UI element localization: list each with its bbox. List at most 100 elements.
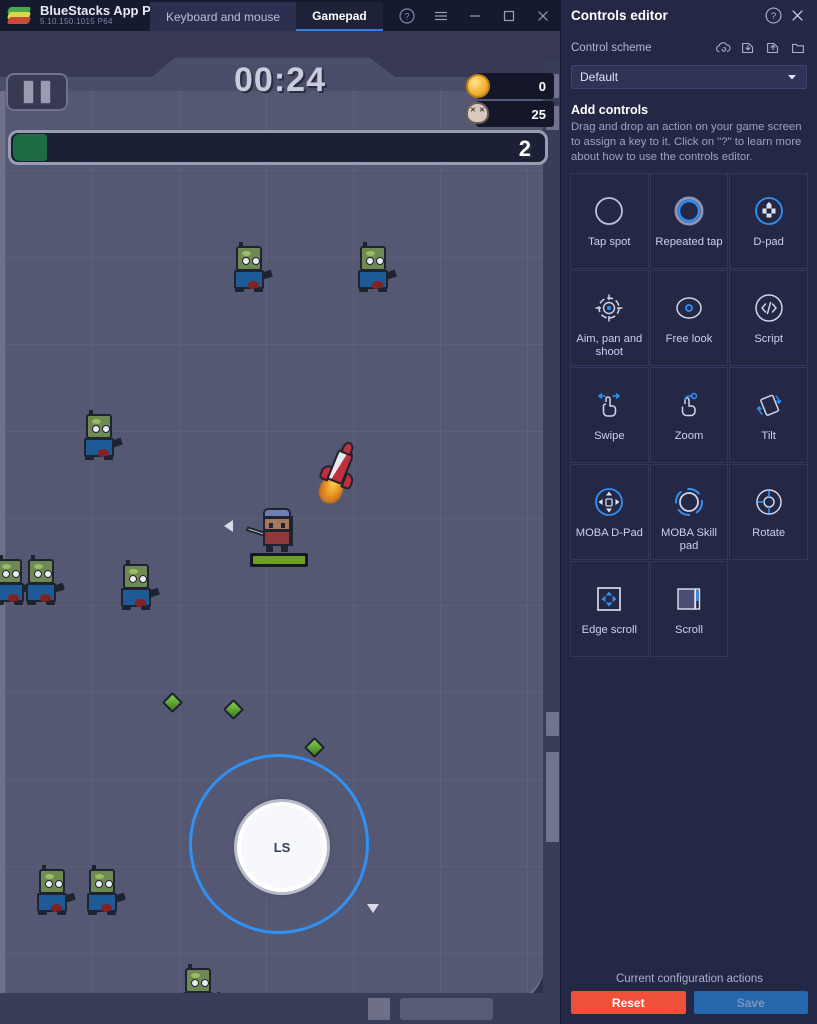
import-icon[interactable] xyxy=(739,39,757,57)
tap-spot-icon xyxy=(592,190,626,232)
export-icon[interactable] xyxy=(764,39,782,57)
coin-count: 0 xyxy=(538,78,546,94)
control-tile-moba-d-pad[interactable]: MOBA D-Pad xyxy=(570,463,649,560)
pause-icon xyxy=(40,80,51,104)
tab-gamepad[interactable]: Gamepad xyxy=(296,2,383,31)
tilt-icon xyxy=(752,384,786,426)
d-pad-icon xyxy=(752,190,786,232)
swipe-icon xyxy=(592,384,626,426)
moba-dpad-icon xyxy=(592,481,626,523)
game-viewport[interactable]: LS 00:24 0 25 2 xyxy=(0,31,560,1024)
control-tile-label: Edge scroll xyxy=(581,623,637,636)
xp-progress-bar: 2 xyxy=(8,130,548,165)
skull-icon xyxy=(466,102,492,126)
control-tile-free-look[interactable]: Free look xyxy=(649,269,729,366)
pause-button[interactable] xyxy=(6,73,68,111)
game-side-strip xyxy=(543,62,560,1024)
control-tile-label: Swipe xyxy=(594,429,625,442)
left-stick-control[interactable]: LS xyxy=(189,754,369,934)
game-bottom-bar xyxy=(0,993,560,1024)
enemy-sprite xyxy=(24,555,65,607)
enemy-sprite xyxy=(35,865,76,917)
tab-keyboard-and-mouse-label: Keyboard and mouse xyxy=(166,9,281,24)
control-scheme-select[interactable]: Default xyxy=(571,65,807,89)
control-tile-label: MOBA D-Pad xyxy=(575,526,643,539)
close-icon[interactable] xyxy=(526,0,560,31)
control-tile-zoom[interactable]: Zoom xyxy=(649,366,729,463)
control-tile-aim-pan-and-shoot[interactable]: Aim, pan and shoot xyxy=(570,269,649,366)
controls-editor-panel: Controls editor ? Control scheme Default… xyxy=(560,0,817,1024)
control-tile-rotate[interactable]: Rotate xyxy=(729,463,808,560)
control-tile-tap-spot[interactable]: Tap spot xyxy=(570,172,649,269)
window-controls: ? xyxy=(390,0,560,31)
left-stick-knob[interactable]: LS xyxy=(237,802,327,892)
control-tile-script[interactable]: Script xyxy=(729,269,808,366)
hud-counters: 0 25 xyxy=(466,73,554,129)
pause-icon xyxy=(23,80,34,104)
chevron-down-icon xyxy=(788,75,796,80)
close-icon[interactable] xyxy=(785,4,809,28)
coin-icon xyxy=(466,74,492,98)
enemy-sprite xyxy=(85,865,126,917)
enemy-sprite xyxy=(119,560,160,612)
script-icon xyxy=(752,287,786,329)
enemy-sprite xyxy=(356,242,397,294)
add-controls-description: Drag and drop an action on your game scr… xyxy=(571,121,802,163)
direction-marker-left-icon xyxy=(224,520,233,532)
control-tile-label: D-pad xyxy=(753,235,784,248)
moba-skill-pad-icon xyxy=(672,481,706,523)
control-tile-swipe[interactable]: Swipe xyxy=(570,366,649,463)
folder-icon[interactable] xyxy=(789,39,807,57)
coin-counter: 0 xyxy=(466,73,554,99)
controls-grid: Tap spot Repeated tap D-pad Aim, pan and… xyxy=(570,172,808,657)
control-tile-label: Scroll xyxy=(675,623,703,636)
zoom-icon xyxy=(672,384,706,426)
save-button[interactable]: Save xyxy=(693,991,808,1014)
maximize-icon[interactable] xyxy=(492,0,526,31)
panel-footer: Current configuration actions Reset Save xyxy=(561,967,817,1024)
panel-header: Controls editor ? xyxy=(561,0,817,31)
edge-scroll-icon xyxy=(592,578,626,620)
xp-progress-fill xyxy=(13,134,47,161)
svg-text:?: ? xyxy=(770,11,775,22)
help-icon[interactable]: ? xyxy=(761,4,785,28)
control-tile-label: Zoom xyxy=(674,429,704,442)
control-tile-moba-skill-pad[interactable]: MOBA Skill pad xyxy=(649,463,729,560)
enemy-sprite xyxy=(0,555,33,607)
minimize-icon[interactable] xyxy=(458,0,492,31)
control-tile-repeated-tap[interactable]: Repeated tap xyxy=(649,172,729,269)
bluestacks-window: BlueStacks App Player 5.10.150.1015 P64 … xyxy=(0,0,817,1024)
control-tile-label: Rotate xyxy=(752,526,786,539)
control-scheme-label: Control scheme xyxy=(571,42,652,54)
tab-gamepad-label: Gamepad xyxy=(312,8,367,23)
player-level: 2 xyxy=(518,136,531,161)
kill-count: 25 xyxy=(531,106,546,122)
direction-marker-down-icon xyxy=(367,904,379,913)
bottom-bar-square[interactable] xyxy=(368,998,390,1020)
enemy-sprite xyxy=(232,242,273,294)
control-scheme-actions xyxy=(714,39,807,57)
control-tile-label: Aim, pan and shoot xyxy=(576,332,643,359)
reset-button[interactable]: Reset xyxy=(571,991,686,1014)
bottom-bar-banner[interactable] xyxy=(400,998,493,1020)
footer-buttons: Reset Save xyxy=(571,991,808,1014)
control-tile-d-pad[interactable]: D-pad xyxy=(729,172,808,269)
rotate-icon xyxy=(752,481,786,523)
player-health-bar xyxy=(250,553,308,567)
title-bar: BlueStacks App Player 5.10.150.1015 P64 … xyxy=(0,0,560,31)
mode-tabs: Keyboard and mouse Gamepad xyxy=(150,2,383,31)
cloud-sync-icon[interactable] xyxy=(714,39,732,57)
control-scheme-value: Default xyxy=(580,70,619,84)
control-tile-tilt[interactable]: Tilt xyxy=(729,366,808,463)
control-tile-label: Tap spot xyxy=(588,235,631,248)
bluestacks-logo-icon xyxy=(6,6,32,26)
menu-icon[interactable] xyxy=(424,0,458,31)
tab-keyboard-and-mouse[interactable]: Keyboard and mouse xyxy=(150,2,297,31)
control-tile-label: MOBA Skill pad xyxy=(661,526,717,553)
add-controls-title: Add controls xyxy=(571,103,649,117)
help-icon[interactable]: ? xyxy=(390,0,424,31)
footer-title: Current configuration actions xyxy=(615,973,764,985)
control-scheme-row: Control scheme xyxy=(561,31,817,59)
control-tile-edge-scroll[interactable]: Edge scroll xyxy=(570,560,649,657)
control-tile-scroll[interactable]: Scroll xyxy=(649,560,729,657)
